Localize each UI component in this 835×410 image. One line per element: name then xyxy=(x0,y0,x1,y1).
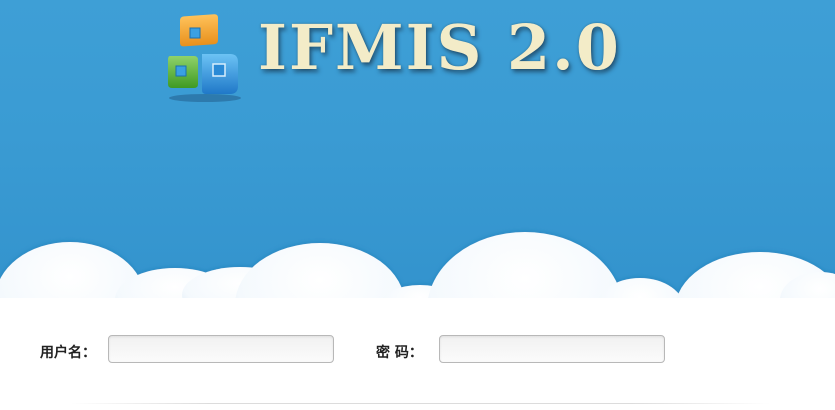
divider xyxy=(70,403,770,404)
login-form: 用户名： 密 码： xyxy=(0,330,835,374)
username-input[interactable] xyxy=(108,335,334,363)
username-label: 用户名： xyxy=(40,345,96,361)
password-label: 密 码： xyxy=(376,345,423,361)
windows-tiles-logo-icon xyxy=(168,14,241,102)
password-input[interactable] xyxy=(439,335,665,363)
app-title: IFMIS 2.0 xyxy=(258,11,621,84)
